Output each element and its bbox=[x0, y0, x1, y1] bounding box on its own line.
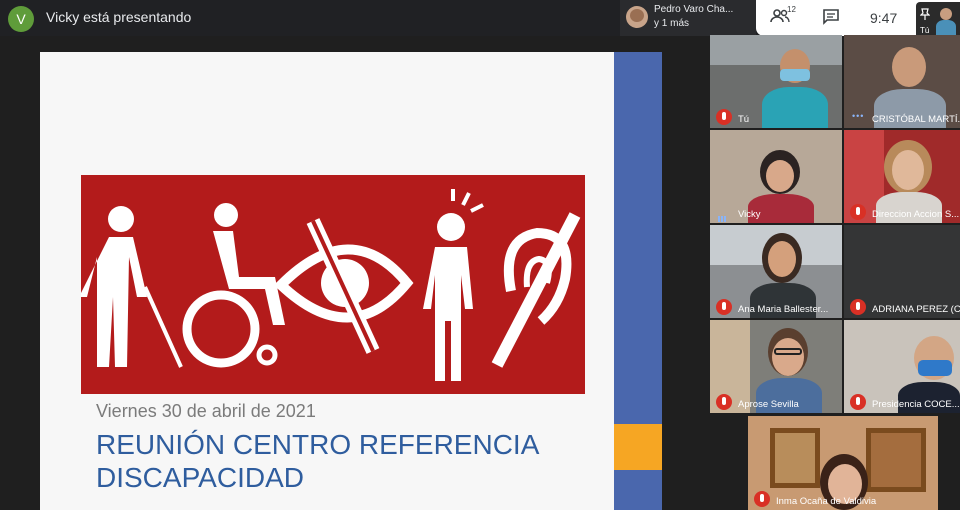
presenting-status: Vicky está presentando bbox=[46, 9, 192, 25]
speaking-indicator-icon bbox=[718, 209, 730, 222]
participant-face bbox=[768, 241, 796, 277]
blind-person-icon bbox=[79, 206, 183, 368]
participant-name: Direccion Accion S... bbox=[872, 209, 960, 220]
participant-tile[interactable]: Tú bbox=[710, 35, 842, 128]
participant-name: Ana Maria Ballester... bbox=[738, 304, 829, 315]
self-face bbox=[940, 8, 952, 20]
wheelchair-icon bbox=[182, 203, 285, 368]
muted-icon bbox=[716, 394, 732, 410]
muted-icon bbox=[850, 394, 866, 410]
participant-name: CRISTÓBAL MARTÍ... bbox=[872, 114, 960, 125]
participant-tile[interactable]: Direccion Accion S... bbox=[844, 130, 960, 223]
participant-face bbox=[772, 338, 804, 376]
tile-background bbox=[710, 35, 842, 65]
participant-body bbox=[762, 87, 828, 128]
presenter-chip-more: y 1 más bbox=[654, 18, 690, 29]
participant-name: Presidencia COCE... bbox=[872, 399, 960, 410]
face-mask bbox=[780, 69, 810, 81]
participant-tile[interactable]: Inma Ocaña de Valdivia bbox=[748, 416, 938, 510]
participant-tile[interactable]: Vicky bbox=[710, 130, 842, 223]
slide-title-line-2: DISCAPACIDAD bbox=[96, 462, 304, 493]
participant-name: Inma Ocaña de Valdivia bbox=[776, 496, 877, 507]
visual-impairment-icon bbox=[273, 218, 414, 354]
self-label: Tú bbox=[920, 26, 930, 35]
people-button[interactable]: 12 bbox=[770, 5, 798, 28]
slide-title-line-1: REUNIÓN CENTRO REFERENCIA bbox=[96, 429, 540, 460]
meeting-controls: 12 9:47 Tú bbox=[756, 0, 960, 36]
participant-name: Tú bbox=[738, 114, 750, 125]
clock: 9:47 bbox=[870, 10, 898, 26]
muted-icon bbox=[716, 299, 732, 315]
muted-icon bbox=[754, 491, 770, 507]
participant-tile[interactable]: ••• CRISTÓBAL MARTÍ... bbox=[844, 35, 960, 128]
self-body bbox=[936, 20, 956, 36]
participant-face bbox=[892, 47, 926, 87]
chat-icon bbox=[823, 9, 839, 25]
top-bar: V Vicky está presentando Pedro Varo Cha.… bbox=[0, 0, 960, 36]
more-options-icon: ••• bbox=[852, 111, 865, 121]
face-mask bbox=[918, 360, 952, 376]
wall-frame bbox=[770, 428, 820, 488]
participant-count: 12 bbox=[787, 5, 796, 14]
wall-frame bbox=[866, 428, 926, 492]
presenter-avatar: V bbox=[8, 6, 34, 32]
participant-tile[interactable]: ADRIANA PEREZ (C... bbox=[844, 225, 960, 318]
participant-tile[interactable]: Ana Maria Ballester... bbox=[710, 225, 842, 318]
glasses-icon bbox=[774, 348, 802, 355]
intellectual-disability-icon bbox=[423, 189, 484, 381]
slide-date: Viernes 30 de abril de 2021 bbox=[96, 401, 316, 421]
presenter-chip-avatar bbox=[626, 6, 648, 28]
participant-face bbox=[892, 150, 924, 190]
participant-name: ADRIANA PEREZ (C... bbox=[872, 304, 960, 315]
disability-icons-banner bbox=[79, 175, 585, 394]
self-preview[interactable]: Tú bbox=[916, 2, 960, 36]
participant-name: Vicky bbox=[738, 209, 761, 220]
hearing-impairment-icon bbox=[491, 212, 581, 368]
muted-icon bbox=[716, 109, 732, 125]
slide-orange-bar bbox=[614, 424, 662, 470]
participant-tile[interactable]: Presidencia COCE... bbox=[844, 320, 960, 413]
participant-name: Aprose Sevilla bbox=[738, 399, 799, 410]
muted-icon bbox=[850, 299, 866, 315]
pin-icon bbox=[920, 8, 930, 20]
participant-tile[interactable]: Aprose Sevilla bbox=[710, 320, 842, 413]
muted-icon bbox=[850, 204, 866, 220]
presenter-chip[interactable]: Pedro Varo Cha... y 1 más bbox=[620, 0, 756, 36]
chat-button[interactable] bbox=[822, 8, 844, 28]
presenter-chip-name: Pedro Varo Cha... bbox=[654, 4, 734, 15]
participant-face bbox=[766, 160, 794, 192]
